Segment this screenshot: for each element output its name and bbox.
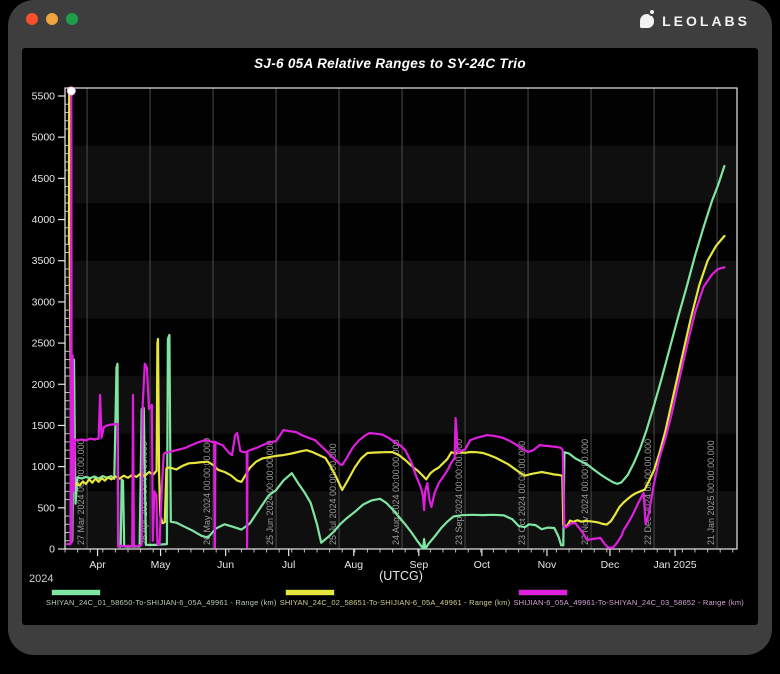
plot-band [66, 319, 737, 377]
y-tick-label: 1000 [32, 461, 56, 473]
y-tick-label: 4000 [32, 214, 56, 226]
y-tick-label: 1500 [32, 420, 56, 432]
plot-band [66, 88, 737, 146]
legend-label-0: SHIYAN_24C_01_58650-To-SHIJIAN-6_05A_499… [46, 598, 277, 607]
gridline-date-label: 23 Oct 2024 00:00:00.000 [517, 441, 527, 545]
gridline-date-label: 22 Nov 2024 00:00:00.000 [580, 439, 590, 545]
series-start-marker [67, 87, 75, 95]
window-titlebar: LEOLABS [8, 0, 772, 48]
x-month-label: Dec [601, 559, 620, 571]
y-tick-label: 500 [37, 502, 55, 514]
x-month-label: Jan 2025 [653, 559, 696, 571]
leolabs-logo-text: LEOLABS [662, 13, 750, 29]
y-tick-label: 3500 [32, 255, 56, 267]
leolabs-logo: LEOLABS [640, 13, 750, 29]
x-month-label: Jun [217, 559, 234, 571]
y-tick-label: 2500 [32, 338, 56, 350]
close-button[interactable] [26, 13, 38, 25]
chart-legend: SHIYAN_24C_01_58650-To-SHIJIAN-6_05A_499… [46, 589, 744, 607]
x-month-label: Jul [282, 559, 295, 571]
y-tick-label: 5500 [32, 91, 56, 103]
legend-swatch-0 [51, 589, 101, 596]
x-axis-title: (UTCG) [379, 569, 423, 583]
y-tick-label: 4500 [32, 173, 56, 185]
leolabs-logo-icon [640, 14, 654, 28]
y-tick-label: 3000 [32, 296, 56, 308]
gridline-date-label: 21 Jan 2025 00:00:00.000 [706, 440, 716, 545]
x-month-label: Nov [538, 559, 557, 571]
y-tick-label: 0 [49, 544, 55, 556]
legend-label-1: SHIYAN_24C_02_58651-To-SHIJIAN-6_05A_499… [280, 598, 511, 607]
y-tick-label: 2000 [32, 379, 56, 391]
plot-band [66, 146, 737, 204]
traffic-lights [26, 13, 78, 25]
y-tick-label: 5000 [32, 132, 56, 144]
plot-band [66, 261, 737, 319]
legend-label-2: SHIJIAN-6_05A_49961-To-SHIYAN_24C_03_586… [513, 598, 744, 607]
gridline-date-label: 27 Mar 2024 00:00:00.000 [76, 439, 86, 545]
legend-item-1[interactable]: SHIYAN_24C_02_58651-To-SHIJIAN-6_05A_499… [280, 589, 511, 607]
minimize-button[interactable] [46, 13, 58, 25]
legend-item-0[interactable]: SHIYAN_24C_01_58650-To-SHIJIAN-6_05A_499… [46, 589, 277, 607]
app-window: LEOLABS SJ-6 05A Relative Ranges to SY-2… [8, 0, 772, 655]
desktop-background: { "window": { "logo_text": "LEOLABS", "t… [0, 0, 780, 674]
legend-swatch-1 [285, 589, 335, 596]
x-axis-year-label: 2024 [29, 573, 53, 585]
plot-band [66, 376, 737, 434]
plot-band [66, 203, 737, 261]
legend-item-2[interactable]: SHIJIAN-6_05A_49961-To-SHIYAN_24C_03_586… [513, 589, 744, 607]
x-month-label: May [151, 559, 172, 571]
x-month-label: Apr [89, 559, 106, 571]
legend-swatch-2 [518, 589, 568, 596]
plot-area: 27 Mar 2024 00:00:00.00026 Apr 2024 00:0… [22, 48, 758, 625]
chart-panel: SJ-6 05A Relative Ranges to SY-24C Trio … [22, 48, 758, 625]
x-month-label: Oct [474, 559, 490, 571]
gridline-date-label: 26 May 2024 00:00:00.000 [202, 438, 212, 545]
x-month-label: Aug [344, 559, 363, 571]
maximize-button[interactable] [66, 13, 78, 25]
